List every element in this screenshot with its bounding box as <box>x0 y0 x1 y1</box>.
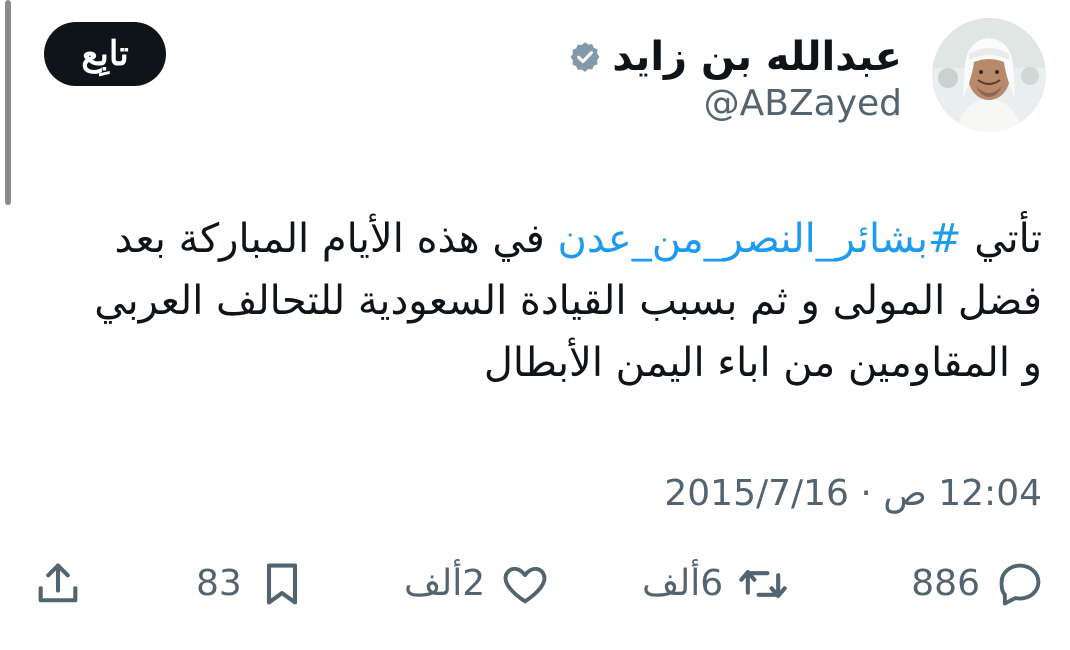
retweet-icon <box>739 570 787 598</box>
share-icon <box>38 563 78 603</box>
bookmark-count: 83 <box>196 563 242 604</box>
author-handle[interactable]: @ABZayed <box>704 80 902 128</box>
like-count: 2ألف <box>404 563 486 604</box>
tweet-line-2: فضل المولى و ثم بسبب القيادة السعودية لل… <box>94 278 1042 324</box>
hashtag-link[interactable]: #بشائر_النصر_من_عدن <box>558 216 962 262</box>
tweet-timestamp[interactable]: 12:04 ص · 2015/7/16 <box>664 468 1042 520</box>
avatar[interactable] <box>932 18 1046 132</box>
bookmark-icon <box>266 563 297 605</box>
retweet-button[interactable]: 6ألف <box>642 552 789 616</box>
retweet-count: 6ألف <box>642 563 724 604</box>
tweet-text-suffix: في هذه الأيام المباركة بعد <box>114 216 558 262</box>
follow-button[interactable]: تابِع <box>44 22 166 86</box>
bookmark-button[interactable]: 83 <box>196 552 308 616</box>
profile-photo-icon <box>932 18 1046 132</box>
tweet-page: عبدالله بن زايد @ABZayed تابِع تأتي #بشا… <box>0 0 1070 650</box>
scroll-indicator[interactable] <box>5 0 11 205</box>
tweet-line-1: تأتي #بشائر_النصر_من_عدن في هذه الأيام ا… <box>32 208 1043 270</box>
reply-button[interactable]: 886 <box>911 552 1046 616</box>
like-button[interactable]: 2ألف <box>404 552 551 616</box>
tweet-line-3: و المقاومين من اباء اليمن الأبطال <box>483 340 1042 386</box>
tweet-text: تأتي #بشائر_النصر_من_عدن في هذه الأيام ا… <box>32 208 1042 394</box>
heart-icon <box>503 566 547 604</box>
share-button[interactable] <box>32 552 84 616</box>
reply-icon <box>999 563 1041 606</box>
author-name-row[interactable]: عبدالله بن زايد <box>568 32 902 82</box>
reply-count: 886 <box>911 563 980 604</box>
display-name[interactable]: عبدالله بن زايد <box>612 32 902 82</box>
tweet-text-prefix: تأتي <box>961 216 1042 262</box>
verified-badge-icon <box>568 40 602 74</box>
